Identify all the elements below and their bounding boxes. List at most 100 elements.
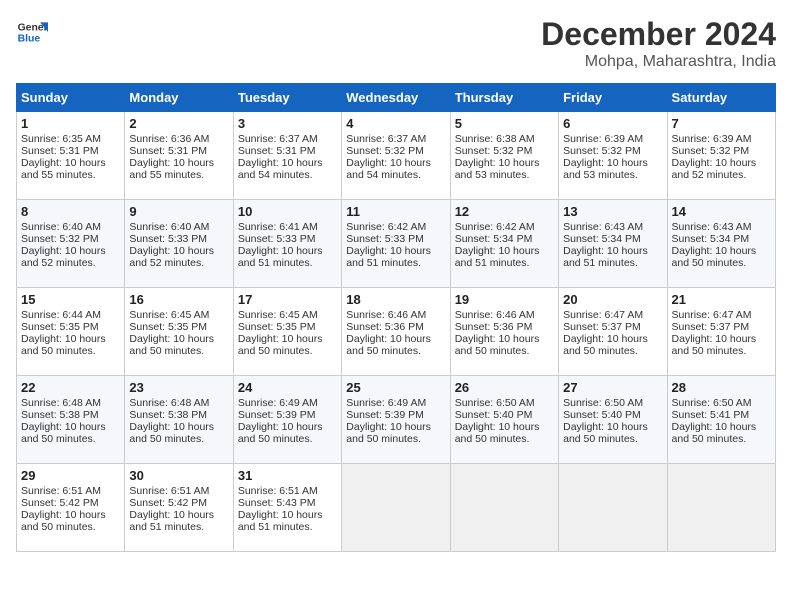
col-header-wednesday: Wednesday: [342, 84, 450, 112]
daylight-text: Daylight: 10 hoursand 52 minutes.: [672, 157, 757, 181]
calendar-cell: 27 Sunrise: 6:50 AMSunset: 5:40 PMDayligh…: [559, 376, 667, 464]
day-number: 9: [129, 204, 228, 219]
daylight-text: Daylight: 10 hoursand 55 minutes.: [129, 157, 214, 181]
calendar-table: SundayMondayTuesdayWednesdayThursdayFrid…: [16, 83, 776, 552]
sunset-text: Sunset: 5:35 PM: [129, 321, 207, 333]
calendar-cell: [450, 464, 558, 552]
day-number: 12: [455, 204, 554, 219]
daylight-text: Daylight: 10 hoursand 51 minutes.: [563, 245, 648, 269]
sunset-text: Sunset: 5:39 PM: [238, 409, 316, 421]
sunrise-text: Sunrise: 6:50 AM: [455, 397, 535, 409]
calendar-cell: 31Sunrise: 6:51 AMSunset: 5:43 PMDayligh…: [233, 464, 341, 552]
location: Mohpa, Maharashtra, India: [541, 53, 776, 71]
day-number: 1: [21, 116, 120, 131]
calendar-cell: 4Sunrise: 6:37 AMSunset: 5:32 PMDaylight…: [342, 112, 450, 200]
daylight-text: Daylight: 10 hoursand 52 minutes.: [21, 245, 106, 269]
daylight-text: Daylight: 10 hoursand 50 minutes.: [563, 333, 648, 357]
sunrise-text: Sunrise: 6:48 AM: [21, 397, 101, 409]
sunrise-text: Sunrise: 6:48 AM: [129, 397, 209, 409]
day-number: 26: [455, 380, 554, 395]
sunrise-text: Sunrise: 6:49 AM: [238, 397, 318, 409]
calendar-cell: 3Sunrise: 6:37 AMSunset: 5:31 PMDaylight…: [233, 112, 341, 200]
day-number: 11: [346, 204, 445, 219]
sunrise-text: Sunrise: 6:49 AM: [346, 397, 426, 409]
day-number: 21: [672, 292, 771, 307]
day-number: 19: [455, 292, 554, 307]
calendar-cell: 18Sunrise: 6:46 AMSunset: 5:36 PMDayligh…: [342, 288, 450, 376]
sunset-text: Sunset: 5:40 PM: [563, 409, 641, 421]
daylight-text: Daylight: 10 hoursand 51 minutes.: [238, 245, 323, 269]
sunrise-text: Sunrise: 6:44 AM: [21, 309, 101, 321]
logo-icon: General Blue: [16, 16, 48, 48]
sunrise-text: Sunrise: 6:50 AM: [563, 397, 643, 409]
sunrise-text: Sunrise: 6:50 AM: [672, 397, 752, 409]
calendar-cell: 15Sunrise: 6:44 AMSunset: 5:35 PMDayligh…: [17, 288, 125, 376]
daylight-text: Daylight: 10 hoursand 53 minutes.: [563, 157, 648, 181]
sunset-text: Sunset: 5:31 PM: [129, 145, 207, 157]
daylight-text: Daylight: 10 hoursand 50 minutes.: [238, 421, 323, 445]
calendar-week-3: 15Sunrise: 6:44 AMSunset: 5:35 PMDayligh…: [17, 288, 776, 376]
calendar-week-4: 22Sunrise: 6:48 AMSunset: 5:38 PMDayligh…: [17, 376, 776, 464]
logo: General Blue: [16, 16, 48, 48]
calendar-cell: 28Sunrise: 6:50 AMSunset: 5:41 PMDayligh…: [667, 376, 775, 464]
day-number: 8: [21, 204, 120, 219]
calendar-cell: 11Sunrise: 6:42 AMSunset: 5:33 PMDayligh…: [342, 200, 450, 288]
sunset-text: Sunset: 5:35 PM: [238, 321, 316, 333]
sunset-text: Sunset: 5:34 PM: [672, 233, 750, 245]
page-header: General Blue December 2024 Mohpa, Mahara…: [16, 16, 776, 71]
sunrise-text: Sunrise: 6:47 AM: [672, 309, 752, 321]
daylight-text: Daylight: 10 hoursand 50 minutes.: [21, 333, 106, 357]
day-number: 7: [672, 116, 771, 131]
daylight-text: Daylight: 10 hoursand 50 minutes.: [672, 421, 757, 445]
calendar-cell: 25Sunrise: 6:49 AMSunset: 5:39 PMDayligh…: [342, 376, 450, 464]
calendar-cell: 13Sunrise: 6:43 AMSunset: 5:34 PMDayligh…: [559, 200, 667, 288]
daylight-text: Daylight: 10 hoursand 50 minutes.: [238, 333, 323, 357]
sunset-text: Sunset: 5:38 PM: [129, 409, 207, 421]
col-header-sunday: Sunday: [17, 84, 125, 112]
sunset-text: Sunset: 5:31 PM: [238, 145, 316, 157]
daylight-text: Daylight: 10 hoursand 50 minutes.: [129, 421, 214, 445]
calendar-cell: 7Sunrise: 6:39 AMSunset: 5:32 PMDaylight…: [667, 112, 775, 200]
day-number: 16: [129, 292, 228, 307]
sunset-text: Sunset: 5:31 PM: [21, 145, 99, 157]
svg-text:Blue: Blue: [18, 34, 41, 45]
daylight-text: Daylight: 10 hoursand 50 minutes.: [129, 333, 214, 357]
calendar-cell: 8Sunrise: 6:40 AMSunset: 5:32 PMDaylight…: [17, 200, 125, 288]
sunrise-text: Sunrise: 6:41 AM: [238, 221, 318, 233]
calendar-cell: [559, 464, 667, 552]
sunrise-text: Sunrise: 6:51 AM: [129, 485, 209, 497]
day-number: 27: [563, 380, 662, 395]
sunrise-text: Sunrise: 6:43 AM: [563, 221, 643, 233]
day-number: 4: [346, 116, 445, 131]
calendar-cell: 9Sunrise: 6:40 AMSunset: 5:33 PMDaylight…: [125, 200, 233, 288]
sunset-text: Sunset: 5:32 PM: [455, 145, 533, 157]
sunset-text: Sunset: 5:34 PM: [455, 233, 533, 245]
sunrise-text: Sunrise: 6:51 AM: [21, 485, 101, 497]
calendar-week-5: 29Sunrise: 6:51 AMSunset: 5:42 PMDayligh…: [17, 464, 776, 552]
daylight-text: Daylight: 10 hoursand 53 minutes.: [455, 157, 540, 181]
sunrise-text: Sunrise: 6:45 AM: [129, 309, 209, 321]
sunset-text: Sunset: 5:42 PM: [129, 497, 207, 509]
day-number: 25: [346, 380, 445, 395]
day-number: 5: [455, 116, 554, 131]
calendar-cell: 29Sunrise: 6:51 AMSunset: 5:42 PMDayligh…: [17, 464, 125, 552]
calendar-cell: 23 Sunrise: 6:48 AMSunset: 5:38 PMDayligh…: [125, 376, 233, 464]
daylight-text: Daylight: 10 hoursand 50 minutes.: [563, 421, 648, 445]
calendar-cell: [667, 464, 775, 552]
sunrise-text: Sunrise: 6:38 AM: [455, 133, 535, 145]
day-number: 15: [21, 292, 120, 307]
day-number: 10: [238, 204, 337, 219]
sunset-text: Sunset: 5:39 PM: [346, 409, 424, 421]
sunrise-text: Sunrise: 6:51 AM: [238, 485, 318, 497]
sunset-text: Sunset: 5:33 PM: [238, 233, 316, 245]
col-header-saturday: Saturday: [667, 84, 775, 112]
day-number: 23: [129, 380, 228, 395]
calendar-cell: 21Sunrise: 6:47 AMSunset: 5:37 PMDayligh…: [667, 288, 775, 376]
daylight-text: Daylight: 10 hoursand 51 minutes.: [346, 245, 431, 269]
sunset-text: Sunset: 5:37 PM: [563, 321, 641, 333]
sunset-text: Sunset: 5:33 PM: [129, 233, 207, 245]
daylight-text: Daylight: 10 hoursand 50 minutes.: [455, 333, 540, 357]
sunrise-text: Sunrise: 6:39 AM: [563, 133, 643, 145]
calendar-cell: 20Sunrise: 6:47 AMSunset: 5:37 PMDayligh…: [559, 288, 667, 376]
sunset-text: Sunset: 5:38 PM: [21, 409, 99, 421]
